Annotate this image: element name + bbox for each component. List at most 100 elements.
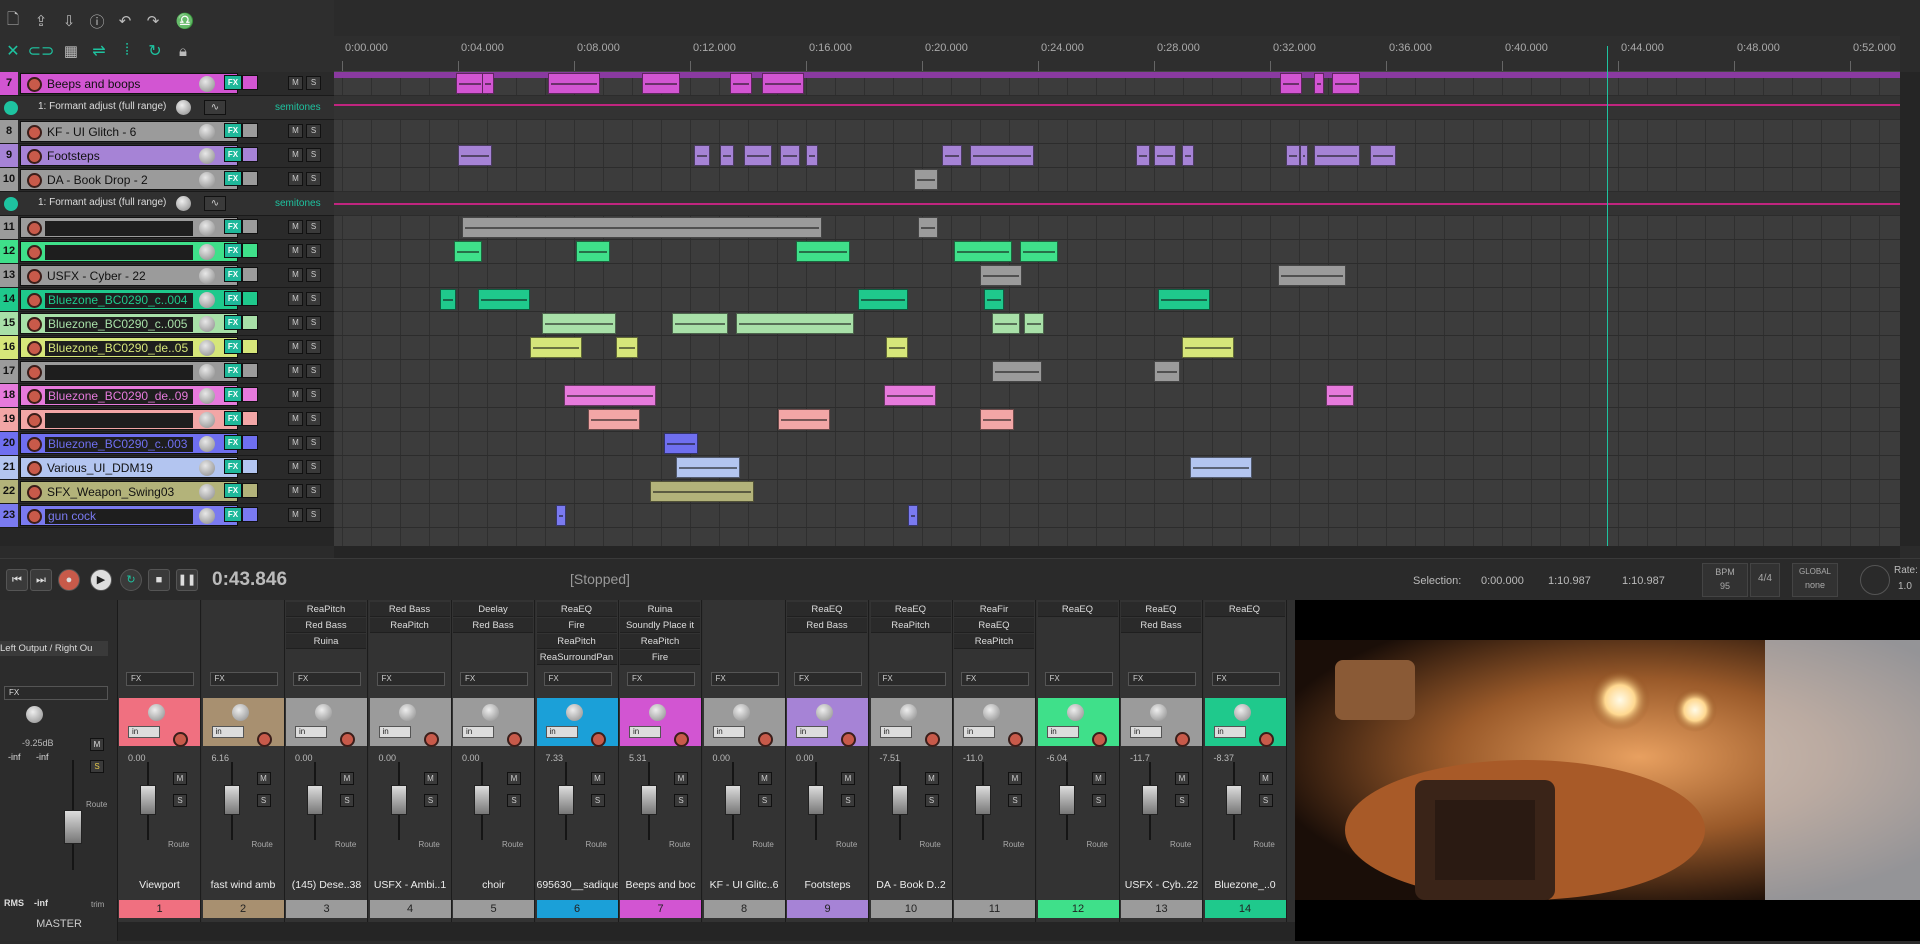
- track-fx-button[interactable]: FX: [224, 267, 242, 282]
- strip-record-arm[interactable]: [1008, 732, 1023, 747]
- media-item[interactable]: [992, 313, 1020, 334]
- track-solo-button[interactable]: S: [306, 484, 321, 498]
- media-item[interactable]: [970, 145, 1034, 166]
- strip-fader[interactable]: [1142, 785, 1158, 815]
- strip-fader[interactable]: [1225, 785, 1242, 815]
- track-solo-button[interactable]: S: [306, 340, 321, 354]
- strip-route-button[interactable]: Route: [1170, 840, 1191, 849]
- media-item[interactable]: [730, 73, 752, 94]
- track-fx-bypass[interactable]: [242, 339, 258, 354]
- strip-route-button[interactable]: Route: [586, 840, 607, 849]
- track-fx-bypass[interactable]: [242, 411, 258, 426]
- track-fx-bypass[interactable]: [242, 75, 258, 90]
- strip-solo-button[interactable]: S: [173, 794, 187, 807]
- strip-pan-knob[interactable]: [1233, 704, 1251, 721]
- strip-fx-button[interactable]: FX: [376, 672, 445, 686]
- envelope-curve[interactable]: [334, 104, 1900, 106]
- strip-solo-button[interactable]: S: [423, 794, 438, 807]
- envelope-shape-icon[interactable]: ∿: [204, 196, 226, 211]
- mixer-scrollbar[interactable]: [118, 922, 1295, 941]
- strip-mute-button[interactable]: M: [173, 772, 187, 785]
- fx-slot[interactable]: ReaPitch: [369, 618, 450, 633]
- fx-slot[interactable]: Ruina: [286, 634, 366, 649]
- envelope-curve[interactable]: [334, 203, 1900, 205]
- strip-record-arm[interactable]: [674, 732, 689, 747]
- record-arm-button[interactable]: [27, 149, 42, 164]
- track-volume-knob[interactable]: [199, 268, 215, 284]
- strip-mute-button[interactable]: M: [1258, 772, 1273, 785]
- track-mute-button[interactable]: M: [288, 292, 303, 306]
- fx-slot[interactable]: Red Bass: [787, 618, 867, 633]
- media-item[interactable]: [1332, 73, 1360, 94]
- fx-slot[interactable]: ReaFir: [954, 602, 1034, 617]
- track-name[interactable]: Bluezone_BC0290_c..003: [45, 437, 193, 452]
- strip-fx-button[interactable]: FX: [460, 672, 528, 686]
- track-fx-bypass[interactable]: [242, 219, 258, 234]
- record-arm-button[interactable]: [27, 221, 42, 236]
- track-fx-button[interactable]: FX: [224, 459, 242, 474]
- strip-pan-knob[interactable]: [315, 704, 332, 721]
- track-mute-button[interactable]: M: [288, 76, 303, 90]
- track-name[interactable]: [45, 365, 193, 380]
- strip-name[interactable]: USFX - Ambi..1: [370, 878, 451, 893]
- fx-slot[interactable]: ReaPitch: [536, 634, 617, 649]
- media-item[interactable]: [918, 217, 938, 238]
- media-item[interactable]: [1020, 241, 1058, 262]
- strip-solo-button[interactable]: S: [590, 794, 605, 807]
- track-header[interactable]: 9 Footsteps FX M S: [0, 144, 334, 168]
- strip-input-select[interactable]: in: [211, 726, 244, 738]
- record-arm-button[interactable]: [27, 125, 42, 140]
- master-route-button[interactable]: Route: [86, 800, 107, 809]
- track-mute-button[interactable]: M: [288, 508, 303, 522]
- media-item[interactable]: [886, 337, 908, 358]
- media-item[interactable]: [980, 265, 1022, 286]
- strip-pan-knob[interactable]: [565, 704, 583, 721]
- strip-fader[interactable]: [975, 785, 991, 815]
- record-arm-button[interactable]: [27, 317, 42, 332]
- strip-fx-button[interactable]: FX: [293, 672, 361, 686]
- track-fx-bypass[interactable]: [242, 147, 258, 162]
- record-arm-button[interactable]: [27, 461, 42, 476]
- fx-slot[interactable]: Ruina: [620, 602, 700, 617]
- strip-route-button[interactable]: Route: [669, 840, 690, 849]
- strip-input-select[interactable]: in: [796, 726, 828, 738]
- track-volume-knob[interactable]: [199, 172, 215, 188]
- media-item[interactable]: [806, 145, 818, 166]
- strip-name[interactable]: (145) Dese..38: [286, 878, 367, 893]
- media-item[interactable]: [720, 145, 734, 166]
- track-fx-bypass[interactable]: [242, 171, 258, 186]
- track-volume-knob[interactable]: [199, 124, 215, 140]
- track-mute-button[interactable]: M: [288, 484, 303, 498]
- fx-slot[interactable]: ReaPitch: [620, 634, 700, 649]
- track-fx-button[interactable]: FX: [224, 339, 242, 354]
- strip-fx-button[interactable]: FX: [794, 672, 862, 686]
- play-button[interactable]: ▶: [90, 569, 112, 591]
- track-lane[interactable]: [334, 240, 1900, 264]
- track-lane[interactable]: [334, 408, 1900, 432]
- strip-input-select[interactable]: in: [879, 726, 912, 738]
- fx-slot[interactable]: Deelay: [453, 602, 533, 617]
- media-item[interactable]: [762, 73, 804, 94]
- track-volume-knob[interactable]: [199, 340, 215, 356]
- media-item[interactable]: [992, 361, 1042, 382]
- rate-knob[interactable]: [1860, 565, 1890, 595]
- media-item[interactable]: [642, 73, 680, 94]
- media-item[interactable]: [1280, 73, 1302, 94]
- strip-pan-knob[interactable]: [649, 704, 666, 721]
- track-header[interactable]: 12 FX M S: [0, 240, 334, 264]
- fx-slot[interactable]: Red Bass: [1121, 618, 1201, 633]
- track-lane[interactable]: [334, 432, 1900, 456]
- track-lane[interactable]: [334, 288, 1900, 312]
- fx-slot[interactable]: Red Bass: [369, 602, 450, 617]
- track-header[interactable]: 22 SFX_Weapon_Swing03 FX M S: [0, 480, 334, 504]
- track-volume-knob[interactable]: [199, 388, 215, 404]
- loop-icon[interactable]: ↻: [144, 40, 166, 62]
- strip-record-arm[interactable]: [841, 732, 856, 747]
- video-window[interactable]: [1295, 600, 1920, 941]
- track-solo-button[interactable]: S: [306, 364, 321, 378]
- track-fx-button[interactable]: FX: [224, 411, 242, 426]
- record-arm-button[interactable]: [27, 293, 42, 308]
- media-item[interactable]: [1314, 73, 1324, 94]
- arrange-view[interactable]: [334, 72, 1900, 546]
- fx-slot[interactable]: ReaEQ: [870, 602, 951, 617]
